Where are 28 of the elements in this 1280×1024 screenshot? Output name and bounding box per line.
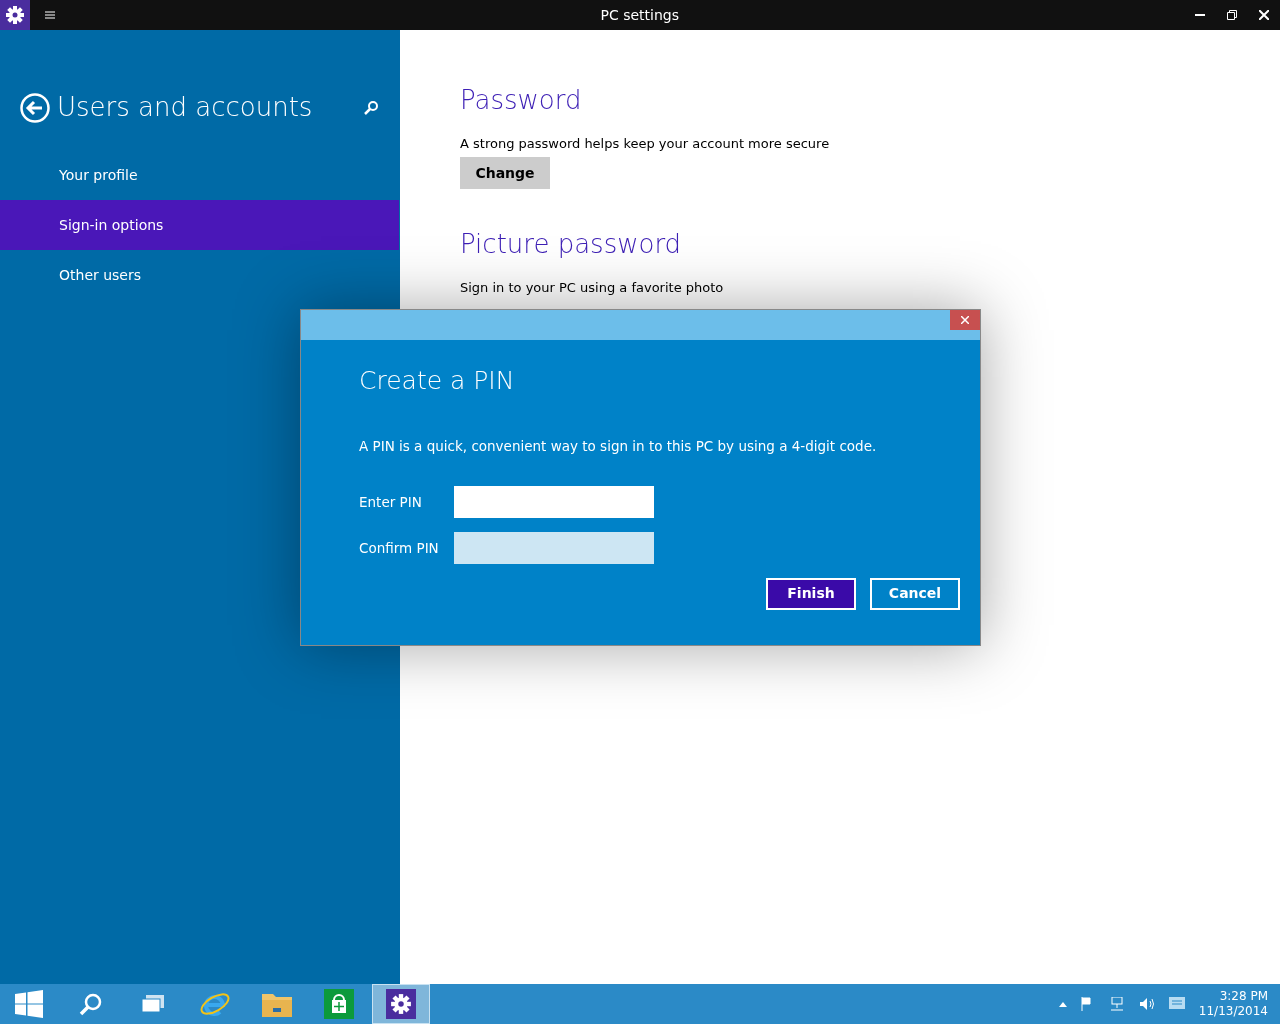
- window-title: PC settings: [599, 5, 680, 25]
- message-icon[interactable]: [1168, 997, 1185, 1011]
- section-description: Sign in to your PC using a favorite photo: [460, 279, 725, 298]
- cancel-button[interactable]: Cancel: [870, 577, 960, 610]
- section-heading: Picture password: [460, 229, 683, 261]
- pin-field[interactable]: [454, 531, 654, 564]
- search-icon[interactable]: [364, 100, 378, 115]
- settings-gear-icon[interactable]: [372, 984, 430, 1024]
- section-description: A strong password helps keep your account more secure: [460, 135, 831, 154]
- field-label: Confirm PIN: [359, 538, 440, 558]
- clock-date[interactable]: 11/13/2014: [1198, 1004, 1268, 1019]
- settings-gear-icon[interactable]: [0, 0, 30, 30]
- page-title: Users and accounts: [57, 91, 313, 124]
- sidebar-item[interactable]: Your profile: [0, 150, 399, 200]
- chevron-up-icon[interactable]: [1058, 1001, 1067, 1007]
- clock-time[interactable]: 3:28 PM: [1198, 989, 1268, 1004]
- change-button[interactable]: Change: [460, 157, 550, 190]
- network-icon[interactable]: [1108, 997, 1125, 1011]
- speaker-icon[interactable]: [1138, 997, 1155, 1011]
- finish-button[interactable]: Finish: [766, 577, 856, 610]
- dialog-title: Create a PIN: [359, 365, 516, 397]
- sidebar-item[interactable]: Sign-in options: [0, 200, 399, 250]
- section-heading: Password: [460, 85, 583, 117]
- dialog-description: A PIN is a quick, convenient way to sign in to this PC by using a 4-digit code.: [359, 436, 878, 456]
- back-icon[interactable]: [20, 92, 50, 123]
- field-label: Enter PIN: [359, 492, 423, 512]
- pin-field[interactable]: [454, 485, 654, 518]
- sidebar-item[interactable]: Other users: [0, 250, 399, 300]
